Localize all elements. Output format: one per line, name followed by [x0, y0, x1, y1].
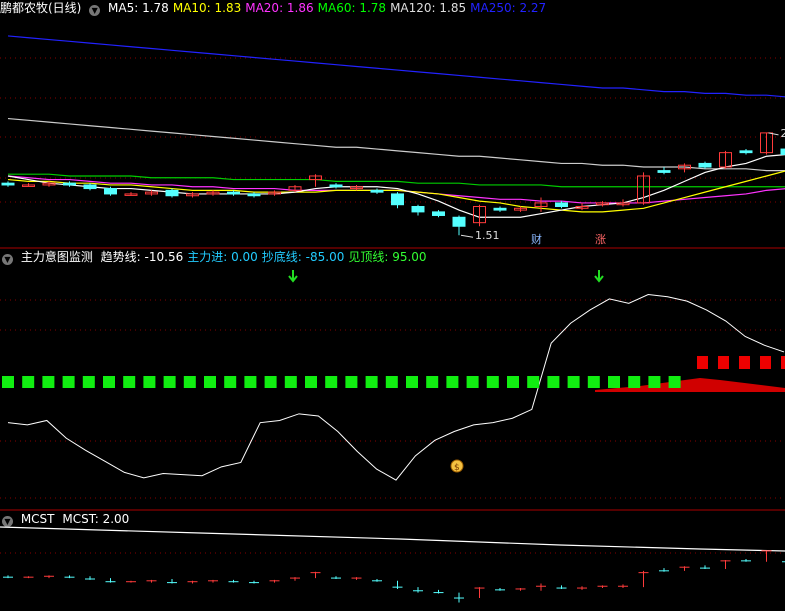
candle-body — [104, 188, 117, 195]
candle-body — [698, 162, 712, 168]
signal-square — [224, 376, 237, 388]
candle-body — [391, 193, 404, 206]
signal-square — [567, 376, 580, 388]
signal-square — [406, 376, 418, 388]
signal-square — [325, 376, 338, 388]
ma5-line — [7, 154, 785, 218]
signal-square — [547, 376, 560, 388]
signal-square — [62, 376, 75, 388]
low-arrow — [460, 234, 474, 238]
badge-cai[interactable]: 财 — [529, 233, 544, 247]
mcst-line — [0, 526, 785, 552]
signal-square — [143, 376, 156, 388]
buy-arrow-icon — [288, 270, 298, 283]
high-arrow — [768, 132, 779, 136]
ma120-line — [7, 117, 785, 172]
high-price-label: 2.08 — [781, 127, 785, 140]
candle-body — [411, 206, 425, 213]
signal-square — [628, 376, 641, 388]
main-force-area — [595, 378, 785, 392]
signal-square — [587, 376, 600, 388]
signal-square — [264, 376, 277, 388]
signal-square — [486, 376, 499, 388]
badge-zhang[interactable]: 涨 — [593, 233, 608, 247]
signal-square — [305, 376, 317, 388]
buy-arrow-icon — [594, 270, 604, 283]
candle-body — [657, 170, 671, 173]
signal-square — [446, 376, 459, 388]
top-signal-square — [718, 356, 729, 369]
signal-square — [204, 376, 216, 388]
signal-square — [244, 376, 257, 388]
signal-square — [426, 376, 439, 388]
candle-body — [493, 207, 507, 211]
top-signal-square — [760, 356, 771, 369]
candle-body — [63, 182, 76, 186]
candle-body — [780, 148, 785, 155]
money-bag-glyph: $ — [454, 463, 460, 473]
signal-square — [2, 376, 14, 388]
candle-body — [165, 189, 179, 197]
candle-body — [329, 184, 343, 188]
candle-body — [739, 150, 753, 154]
signal-square — [42, 376, 55, 388]
signal-square — [123, 376, 136, 388]
signal-square — [345, 376, 358, 388]
signal-square — [668, 376, 681, 388]
candle-body — [370, 189, 384, 193]
candle-body — [555, 202, 568, 208]
signal-square — [608, 376, 620, 388]
signal-square — [527, 376, 540, 388]
signal-square — [365, 376, 378, 388]
candle-body — [83, 184, 97, 190]
low-price-label: 1.51 — [475, 229, 500, 242]
signal-square — [284, 376, 297, 388]
signal-square — [163, 376, 176, 388]
signal-square — [22, 376, 35, 388]
signal-square — [183, 376, 196, 388]
top-signal-square — [697, 356, 708, 369]
signal-square — [82, 376, 95, 388]
candle-body — [227, 191, 240, 195]
candle-body — [452, 216, 466, 227]
signal-square — [648, 376, 661, 388]
signal-square — [385, 376, 398, 388]
signal-square — [507, 376, 519, 388]
stock-chart: 2.08 1.51 $ — [0, 35, 785, 603]
signal-square — [466, 376, 479, 388]
candle-body — [432, 211, 445, 216]
signal-square — [103, 376, 115, 388]
candle-body — [1, 182, 15, 186]
top-signal-square — [781, 356, 785, 369]
candle-body — [247, 193, 261, 197]
top-signal-square — [739, 356, 750, 369]
ma250-line — [7, 35, 785, 98]
